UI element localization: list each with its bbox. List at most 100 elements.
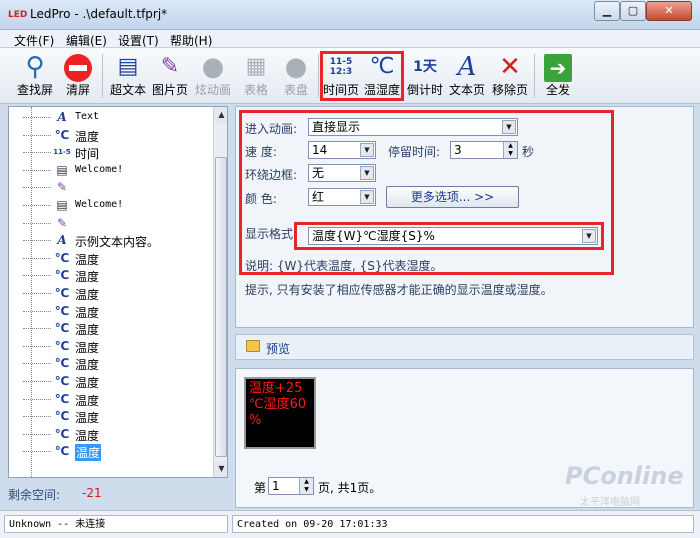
temperature-highlight-frame (320, 51, 404, 101)
format-highlight-frame (294, 222, 604, 250)
picture-page-button[interactable]: ✎ 图片页 (150, 51, 190, 101)
minimize-button[interactable]: ▁ (594, 1, 620, 21)
tree-connector (23, 187, 51, 189)
tree-item-label: Welcome! (75, 199, 124, 210)
tree-connector (23, 257, 51, 259)
tree-item[interactable]: A Text (9, 109, 213, 126)
temperature-icon: ℃ (54, 250, 70, 265)
created-status: Created on 09-20 17:01:33 (232, 515, 694, 533)
tree-item[interactable]: ℃ 温度 (9, 373, 213, 390)
tree-item[interactable]: ℃ 温度 (9, 127, 213, 144)
scroll-up-arrow-icon[interactable]: ▲ (214, 107, 227, 123)
table-icon: ▦ (245, 54, 267, 79)
stepper-up-icon[interactable]: ▲ (503, 142, 517, 150)
tree-scrollbar[interactable]: ▲ ▼ (213, 107, 227, 477)
tree-item[interactable]: ✎ (9, 179, 213, 196)
tree-item-label: Welcome! (75, 163, 124, 175)
menu-help[interactable]: 帮助(H) (170, 32, 212, 49)
temperature-icon: ℃ (54, 374, 70, 388)
countdown-icon: 1天 (413, 59, 437, 75)
tree-item[interactable]: ▤ Welcome! (9, 197, 213, 214)
clear-screen-button[interactable]: 清屏 (60, 51, 96, 101)
temperature-icon: ℃ (54, 127, 70, 142)
entry-animation-select[interactable]: 直接显示 ▼ (308, 118, 518, 136)
tree-item[interactable]: ℃ 温度 (9, 338, 213, 355)
tree-item[interactable]: ℃ 温度 (9, 285, 213, 302)
tree-item[interactable]: ℃ 温度 (9, 443, 213, 462)
menu-file[interactable]: 文件(F) (14, 32, 54, 49)
text-page-button[interactable]: A 文本页 (448, 51, 486, 101)
status-bar: Unknown -- 未连接 Created on 09-20 17:01:33 (0, 510, 700, 538)
led-line: ℃湿度60 (249, 397, 307, 412)
send-all-button[interactable]: ➔ 全发 (540, 51, 576, 101)
window-title: LedPro - .\default.tfprj* (30, 7, 168, 21)
tree-item[interactable]: ℃ 温度 (9, 267, 213, 284)
scroll-thumb[interactable] (215, 157, 227, 457)
stepper-down-icon[interactable]: ▼ (503, 150, 517, 158)
tree-connector (23, 381, 51, 382)
tree-item[interactable]: ℃ 温度 (9, 303, 213, 320)
tree-item-label: 温度 (75, 411, 100, 426)
preview-header[interactable]: 预览 (235, 334, 694, 360)
remaining-space-value: -21 (82, 486, 102, 500)
watermark-logo: PConline (565, 462, 684, 490)
scroll-down-arrow-icon[interactable]: ▼ (214, 461, 227, 477)
tree-item[interactable]: ℃ 温度 (9, 426, 213, 443)
animation-button[interactable]: ● 炫动画 (192, 51, 234, 101)
app-logo-icon: LED (8, 10, 28, 20)
speed-select[interactable]: 14 ▼ (308, 141, 376, 159)
color-select[interactable]: 红 ▼ (308, 188, 376, 206)
menu-bar: 文件(F) 编辑(E) 设置(T) 帮助(H) (0, 30, 700, 48)
menu-settings[interactable]: 设置(T) (118, 32, 159, 49)
tree-connector (23, 451, 51, 453)
picture-page-icon: ✎ (160, 54, 180, 79)
chevron-down-icon: ▼ (360, 190, 374, 204)
temperature-icon: ℃ (54, 444, 70, 459)
hypertext-icon: ▤ (56, 162, 68, 177)
menu-edit[interactable]: 编辑(E) (66, 32, 107, 49)
tree-item[interactable]: ℃ 温度 (9, 391, 213, 408)
tree-item-label: 温度 (75, 376, 100, 390)
speed-label: 速 度: (245, 145, 277, 159)
led-preview-screen: 温度+25 ℃湿度60 % (244, 377, 316, 449)
tree-item[interactable]: ℃ 温度 (9, 408, 213, 425)
sensor-hint: 提示, 只有安装了相应传感器才能正确的显示温度或湿度。 (245, 283, 553, 297)
tree-connector (23, 169, 51, 171)
tree-item[interactable]: ▤ Welcome! (9, 162, 213, 179)
chevron-down-icon: ▼ (360, 143, 374, 157)
tree-item[interactable]: 11-5 时间 (9, 144, 213, 161)
stepper-up-icon[interactable]: ▲ (299, 478, 313, 486)
countdown-button[interactable]: 1天 倒计时 (406, 51, 444, 101)
tree-item[interactable]: A 示例文本内容。 (9, 232, 213, 249)
tree-item-label: 温度 (75, 270, 100, 285)
picture-icon: ✎ (56, 180, 68, 195)
border-select[interactable]: 无 ▼ (308, 164, 376, 182)
dial-button[interactable]: ● 表盘 (278, 51, 314, 101)
chevron-down-icon: ▼ (502, 120, 516, 134)
tree-item[interactable]: ℃ 温度 (9, 355, 213, 372)
animation-icon: ● (201, 52, 225, 82)
tree-item[interactable]: ℃ 温度 (9, 250, 213, 267)
hypertext-button[interactable]: ▤ 超文本 (108, 51, 148, 101)
color-label: 颜 色: (245, 192, 277, 206)
tree-item[interactable]: ℃ 温度 (9, 320, 213, 337)
toolbar-separator (534, 54, 535, 98)
tree-item[interactable]: ✎ (9, 215, 213, 232)
page-stepper[interactable]: 1 ▲ ▼ (268, 477, 314, 495)
remove-page-button[interactable]: ✕ 移除页 (490, 51, 530, 101)
chevron-down-icon: ▼ (360, 166, 374, 180)
stay-time-stepper[interactable]: 3 ▲ ▼ (450, 141, 518, 159)
stepper-down-icon[interactable]: ▼ (299, 486, 313, 494)
page-prefix: 第 (254, 481, 267, 495)
maximize-button[interactable]: ▢ (620, 1, 646, 21)
toolbar-separator (102, 54, 103, 98)
page-tree[interactable]: A Text ℃ 温度 11-5 时间 ▤ Welcome! ✎ ▤ Welcome! ✎ A 示例文本内… (8, 106, 228, 478)
tree-item-label: 温度 (75, 428, 100, 443)
table-button[interactable]: ▦ 表格 (238, 51, 274, 101)
toolbar-separator (318, 54, 319, 98)
tree-item-label: 温度 (75, 305, 100, 320)
close-button[interactable]: ✕ (646, 1, 692, 21)
find-screen-button[interactable]: ⚲ 查找屏 (16, 51, 54, 101)
clear-screen-icon (60, 51, 96, 83)
more-options-button[interactable]: 更多选项... >> (386, 186, 519, 208)
